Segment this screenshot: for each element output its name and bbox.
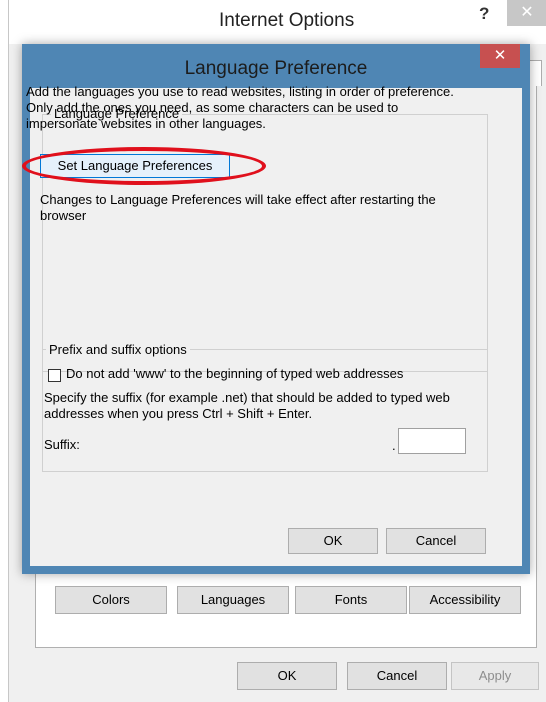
language-description: Add the languages you use to read websit… bbox=[26, 84, 454, 131]
colors-button[interactable]: Colors bbox=[55, 586, 167, 614]
group-label: Prefix and suffix options bbox=[46, 342, 190, 357]
help-button[interactable]: ? bbox=[479, 4, 489, 24]
accessibility-button[interactable]: Accessibility bbox=[409, 586, 521, 614]
suffix-input[interactable] bbox=[398, 428, 466, 454]
restart-note: Changes to Language Preferences will tak… bbox=[40, 192, 436, 223]
close-button[interactable]: ✕ bbox=[480, 44, 520, 68]
internet-options-titlebar[interactable]: Internet Options ? ✕ bbox=[9, 0, 546, 44]
cancel-button[interactable]: Cancel bbox=[386, 528, 486, 554]
window-title: Internet Options bbox=[219, 10, 355, 31]
www-checkbox[interactable] bbox=[48, 369, 61, 382]
fonts-button[interactable]: Fonts bbox=[295, 586, 407, 614]
dialog-title[interactable]: Language Preference bbox=[22, 58, 530, 80]
languages-button[interactable]: Languages bbox=[177, 586, 289, 614]
ok-button[interactable]: OK bbox=[288, 528, 378, 554]
ok-button[interactable]: OK bbox=[237, 662, 337, 690]
apply-button: Apply bbox=[451, 662, 539, 690]
close-button[interactable]: ✕ bbox=[507, 0, 546, 26]
www-checkbox-label[interactable]: Do not add 'www' to the beginning of typ… bbox=[66, 366, 403, 381]
suffix-label: Suffix: bbox=[44, 437, 80, 452]
cancel-button[interactable]: Cancel bbox=[347, 662, 447, 690]
suffix-dot: . bbox=[392, 438, 396, 453]
language-preference-group: Language Preference bbox=[42, 106, 488, 372]
set-language-preferences-button[interactable]: Set Language Preferences bbox=[40, 154, 230, 178]
suffix-description: Specify the suffix (for example .net) th… bbox=[44, 390, 450, 421]
